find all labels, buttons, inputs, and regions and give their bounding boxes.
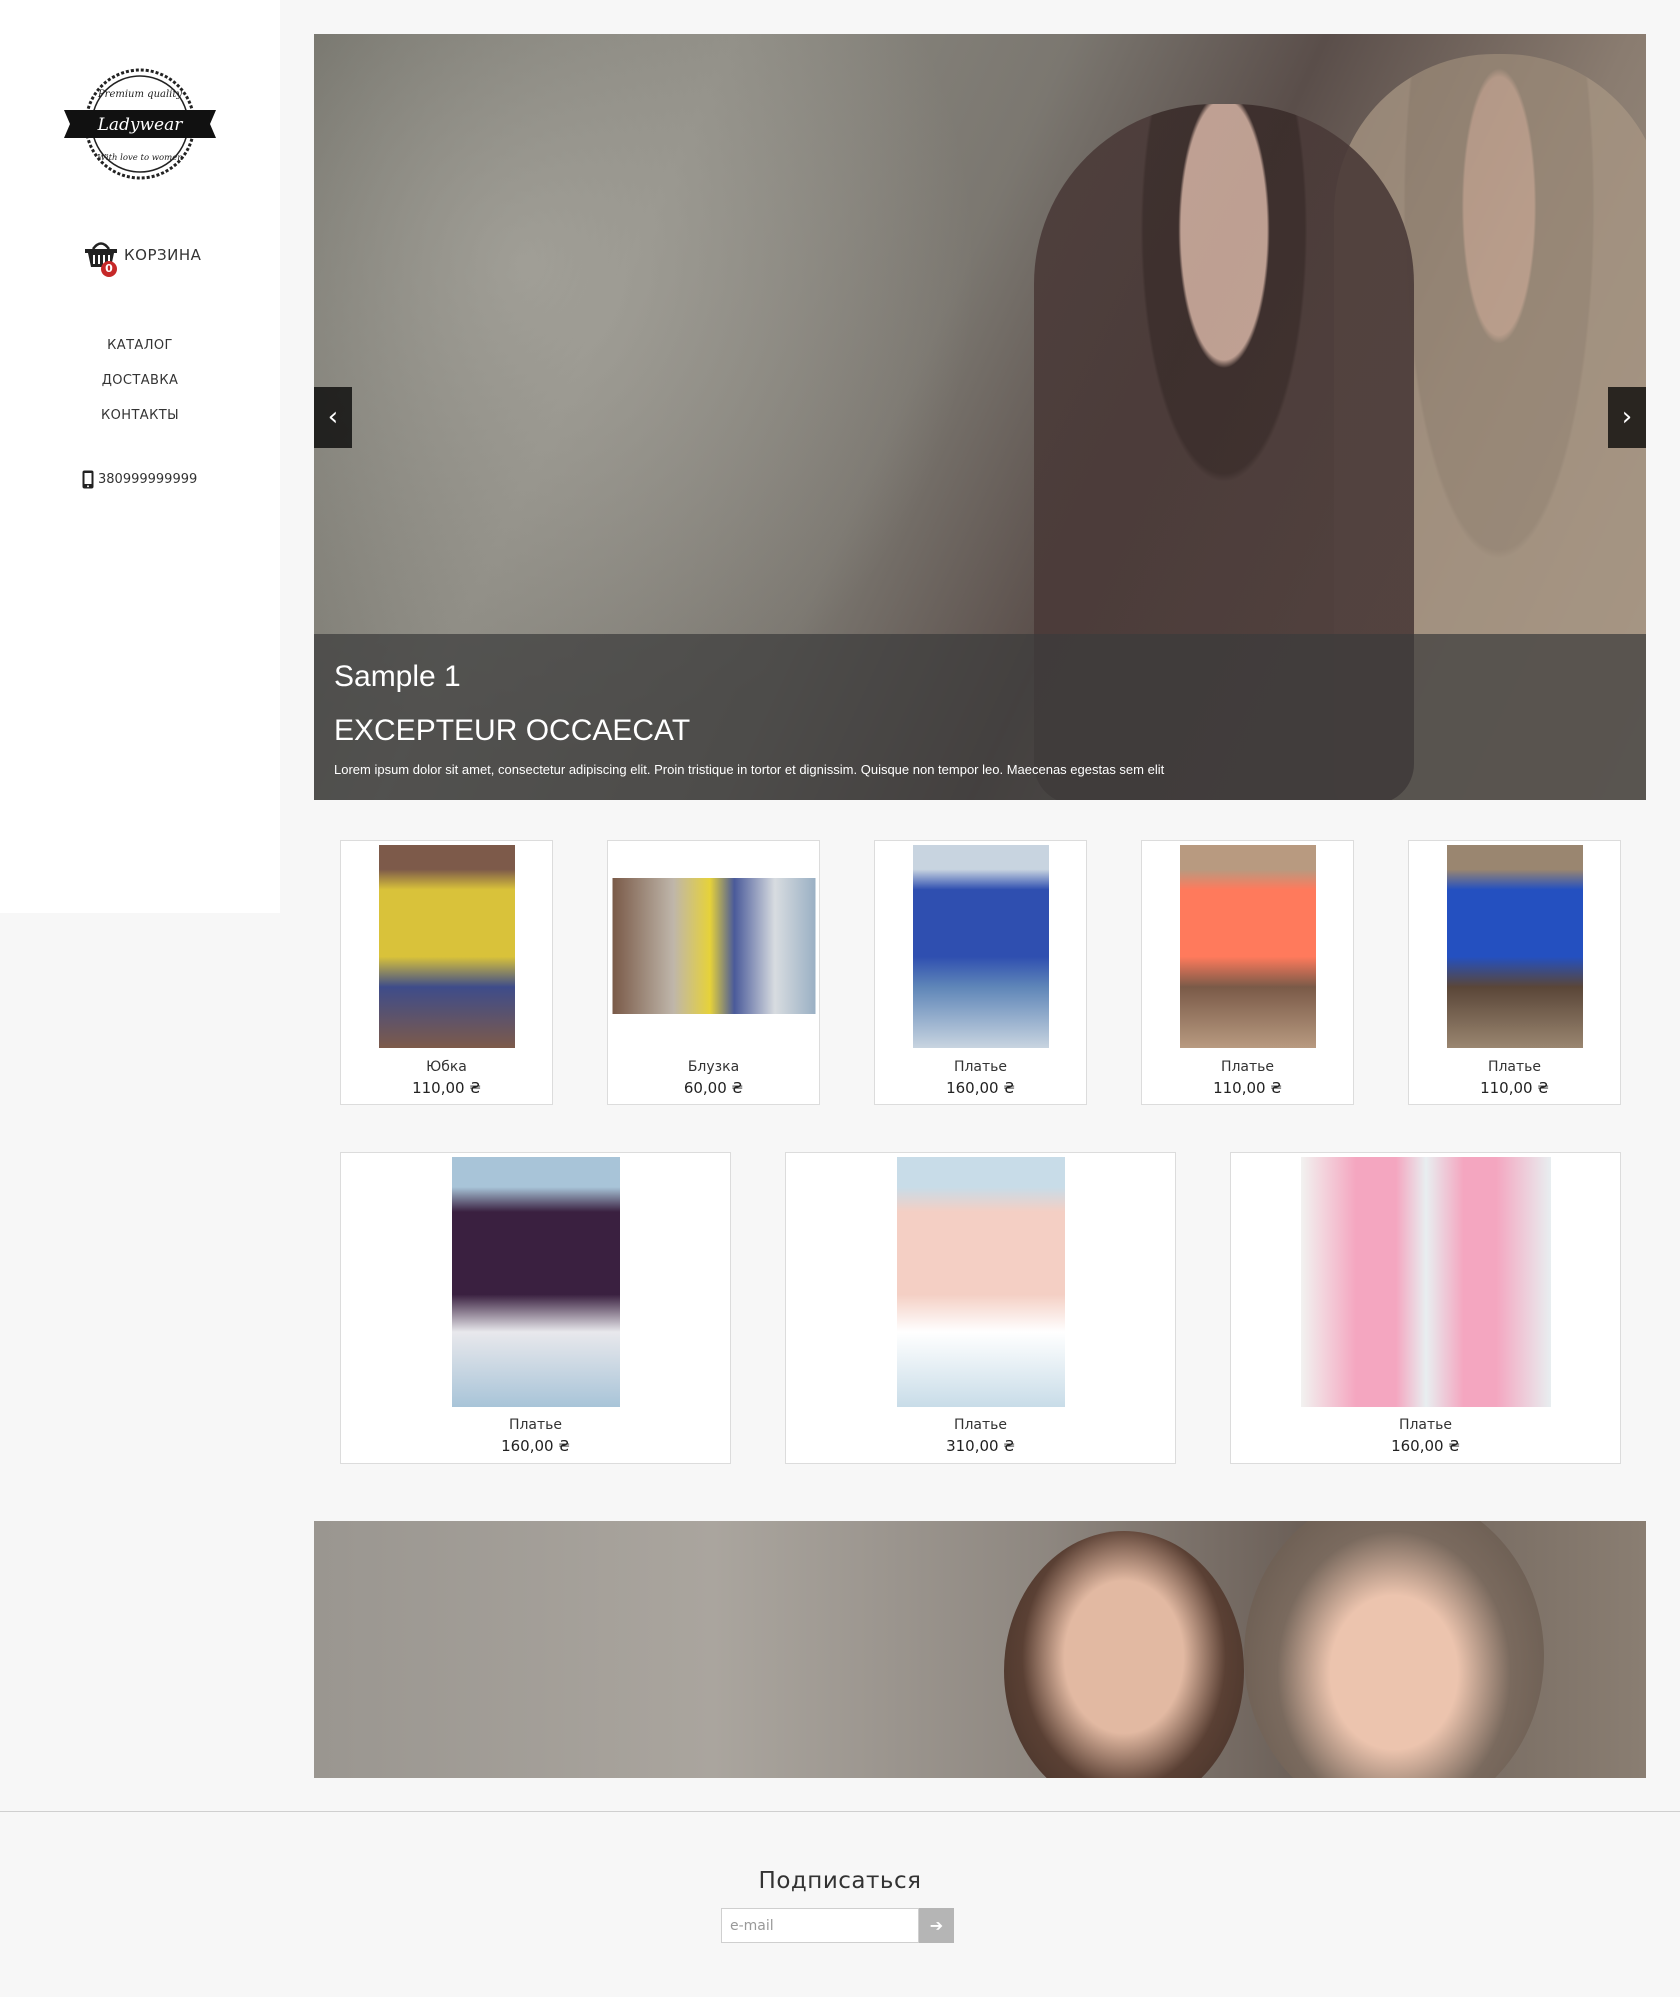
product-price: 160,00 ₴	[946, 1079, 1015, 1097]
product-image[interactable]	[612, 878, 815, 1014]
product-price: 310,00 ₴	[946, 1437, 1015, 1455]
logo-name: Ladywear	[97, 115, 184, 135]
basket-icon: 0	[84, 238, 118, 277]
slider-prev-button[interactable]: ‹	[314, 387, 352, 448]
nav-item-catalog[interactable]: КАТАЛОГ	[0, 335, 280, 370]
subscribe-form: ➔	[721, 1908, 954, 1943]
product-price: 110,00 ₴	[1213, 1079, 1282, 1097]
product-name: Платье	[953, 1417, 1008, 1433]
ladywear-logo[interactable]: Ladywear Premium quality With love to wo…	[64, 66, 216, 182]
product-card[interactable]: Платье 160,00 ₴	[340, 1152, 731, 1464]
mobile-phone-icon	[82, 470, 94, 489]
product-name: Платье	[1220, 1059, 1275, 1075]
banner-image-woman-left	[1004, 1531, 1244, 1778]
product-image[interactable]	[896, 1157, 1065, 1407]
promo-banner	[314, 1521, 1646, 1778]
product-price: 110,00 ₴	[412, 1079, 481, 1097]
email-input[interactable]	[721, 1908, 919, 1943]
slide-caption: Sample 1 EXCEPTEUR OCCAECAT Lorem ipsum …	[314, 634, 1646, 800]
logo-top-text: Premium quality	[97, 89, 182, 100]
banner-image-woman-right	[1244, 1521, 1544, 1778]
product-card[interactable]: Платье 160,00 ₴	[1230, 1152, 1621, 1464]
phone-contact[interactable]: 380999999999	[82, 470, 197, 489]
product-name: Юбка	[426, 1059, 467, 1075]
nav-item-delivery[interactable]: ДОСТАВКА	[0, 370, 280, 405]
product-card[interactable]: Блузка 60,00 ₴	[607, 840, 820, 1105]
slide-text: Lorem ipsum dolor sit amet, consectetur …	[334, 762, 1165, 777]
product-name: Платье	[953, 1059, 1008, 1075]
subscribe-title: Подписаться	[758, 1868, 922, 1894]
slide-title: EXCEPTEUR OCCAECAT	[334, 714, 691, 747]
product-image[interactable]	[1446, 845, 1583, 1048]
sidebar: Ladywear Premium quality With love to wo…	[0, 0, 280, 913]
cart-label: КОРЗИНА	[124, 246, 202, 264]
slider-next-button[interactable]: ›	[1608, 387, 1646, 448]
product-image[interactable]	[378, 845, 515, 1048]
product-price: 60,00 ₴	[683, 1079, 744, 1097]
product-price: 160,00 ₴	[501, 1437, 570, 1455]
subscribe-submit-button[interactable]: ➔	[919, 1908, 954, 1943]
main-nav: КАТАЛОГ ДОСТАВКА КОНТАКТЫ	[0, 335, 280, 440]
product-name: Платье	[508, 1417, 563, 1433]
product-card[interactable]: Платье 160,00 ₴	[874, 840, 1087, 1105]
product-card[interactable]: Юбка 110,00 ₴	[340, 840, 553, 1105]
slide-subtitle: Sample 1	[334, 660, 461, 693]
footer-divider	[0, 1811, 1680, 1812]
product-name: Блузка	[687, 1059, 740, 1075]
product-name: Платье	[1398, 1417, 1453, 1433]
nav-item-contacts[interactable]: КОНТАКТЫ	[0, 405, 280, 440]
cart-count-badge: 0	[101, 261, 117, 277]
product-card[interactable]: Платье 310,00 ₴	[785, 1152, 1176, 1464]
product-image[interactable]	[1300, 1157, 1551, 1407]
product-price: 160,00 ₴	[1391, 1437, 1460, 1455]
hero-slider: ‹ › Sample 1 EXCEPTEUR OCCAECAT Lorem ip…	[314, 34, 1646, 800]
phone-number: 380999999999	[98, 472, 198, 487]
product-card[interactable]: Платье 110,00 ₴	[1141, 840, 1354, 1105]
product-price: 110,00 ₴	[1480, 1079, 1549, 1097]
product-image[interactable]	[1179, 845, 1316, 1048]
product-image[interactable]	[912, 845, 1049, 1048]
product-image[interactable]	[451, 1157, 620, 1407]
logo-bottom-text: With love to women	[97, 153, 182, 163]
product-card[interactable]: Платье 110,00 ₴	[1408, 840, 1621, 1105]
product-name: Платье	[1487, 1059, 1542, 1075]
cart-link[interactable]: 0 КОРЗИНА	[84, 238, 202, 277]
